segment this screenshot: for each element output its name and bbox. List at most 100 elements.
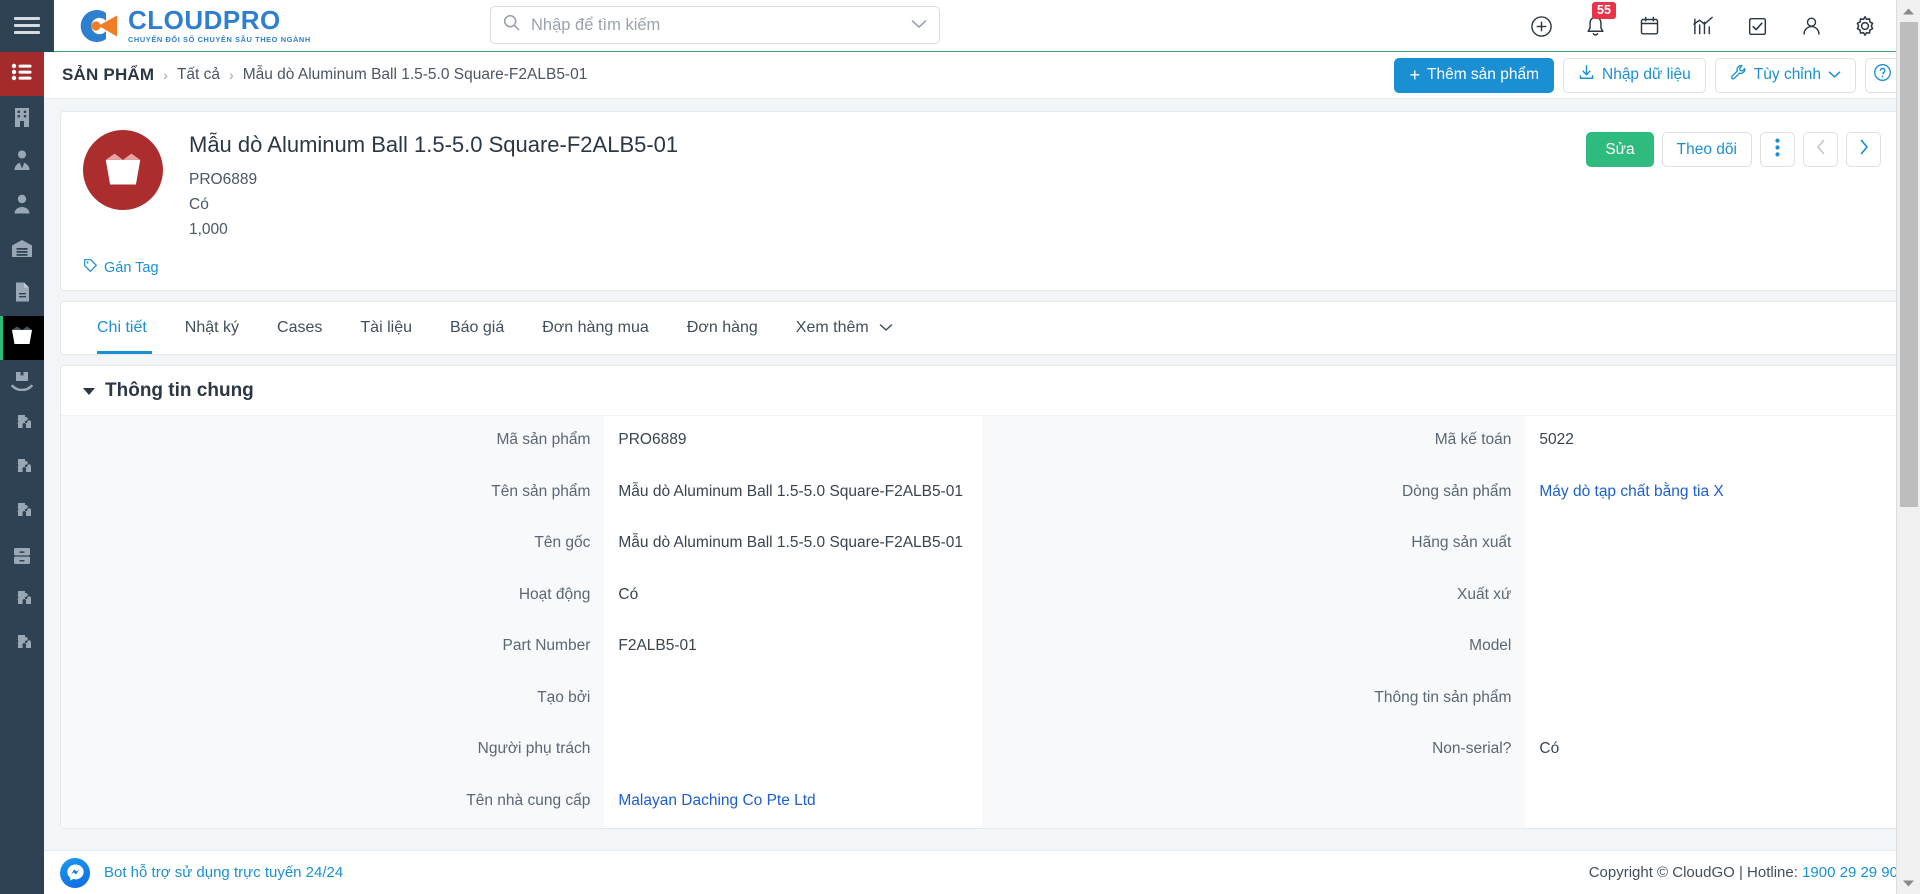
hotline-number[interactable]: 1900 29 29 90 <box>1802 864 1898 881</box>
product-box-icon <box>10 325 34 352</box>
general-info-section: Thông tin chung Mã sản phẩm PRO6889 Tên … <box>60 365 1904 829</box>
field-label: Xuất xứ <box>982 570 1526 622</box>
user-account-icon[interactable] <box>1798 13 1824 39</box>
page-scrollbar[interactable] <box>1896 0 1920 894</box>
follow-button[interactable]: Theo dõi <box>1661 132 1752 167</box>
task-checkbox-icon[interactable] <box>1744 13 1770 39</box>
add-circle-icon[interactable] <box>1528 13 1554 39</box>
tab-nhat-ky[interactable]: Nhật ký <box>166 302 258 354</box>
sidebar-item-company[interactable] <box>0 96 44 140</box>
tab-tai-lieu[interactable]: Tài liệu <box>341 302 431 354</box>
search-input[interactable] <box>529 14 903 36</box>
field-row: Mã kế toán 5022 <box>982 416 1903 468</box>
breadcrumb-parent[interactable]: Tất cả <box>177 66 220 84</box>
sidebar-item-person[interactable] <box>0 184 44 228</box>
field-label: Người phụ trách <box>61 725 605 777</box>
field-row: Model <box>982 622 1903 674</box>
sidebar-item-menu-list[interactable] <box>0 52 44 96</box>
scroll-up-arrow[interactable] <box>1897 0 1920 22</box>
sidebar-item-filing-cabinet[interactable] <box>0 536 44 580</box>
field-label: Model <box>982 622 1526 674</box>
field-value: F2ALB5-01 <box>618 637 697 654</box>
puzzle-icon-3 <box>12 501 33 527</box>
sidebar-item-warehouse[interactable] <box>0 228 44 272</box>
scrollbar-thumb[interactable] <box>1900 22 1918 507</box>
edit-button[interactable]: Sửa <box>1586 132 1654 167</box>
global-search[interactable] <box>490 6 940 44</box>
scroll-down-arrow[interactable] <box>1897 872 1920 894</box>
next-record-button[interactable] <box>1846 132 1881 167</box>
record-actions: Sửa Theo dõi <box>1586 130 1881 242</box>
sidebar-item-puzzle-2[interactable] <box>0 448 44 492</box>
sidebar-item-puzzle-5[interactable] <box>0 624 44 668</box>
sidebar-item-product[interactable] <box>0 316 44 360</box>
top-bar: CLOUDPRO CHUYỂN ĐỔI SỐ CHUYÊN SÂU THEO N… <box>0 0 1920 52</box>
tab-don-hang-mua[interactable]: Đơn hàng mua <box>523 302 668 354</box>
field-value-link[interactable]: Máy dò tạp chất bằng tia X <box>1525 468 1903 520</box>
sidebar-item-box-in-hand[interactable] <box>0 360 44 404</box>
section-header[interactable]: Thông tin chung <box>61 380 1903 415</box>
sidebar-item-document[interactable] <box>0 272 44 316</box>
sidebar-item-puzzle-1[interactable] <box>0 404 44 448</box>
field-label: Hãng sản xuất <box>982 519 1526 571</box>
copyright-text: Copyright © CloudGO | Hotline: 1900 29 2… <box>1589 864 1898 881</box>
tab-bao-gia[interactable]: Báo giá <box>431 302 523 354</box>
add-product-button[interactable]: + Thêm sản phẩm <box>1394 57 1554 93</box>
field-value <box>1525 571 1903 623</box>
sidebar-item-puzzle-4[interactable] <box>0 580 44 624</box>
breadcrumb-actions: + Thêm sản phẩm Nhập dữ liệu Tùy chỉnh <box>1394 57 1900 93</box>
bot-support-link[interactable]: Bot hỗ trợ sử dụng trực tuyến 24/24 <box>104 864 343 881</box>
tab-xem-them[interactable]: Xem thêm <box>777 302 912 354</box>
brand-tagline: CHUYỂN ĐỔI SỐ CHUYÊN SÂU THEO NGÀNH <box>128 35 311 45</box>
field-value <box>1525 674 1903 726</box>
brand-name: CLOUDPRO <box>128 5 281 36</box>
notification-bell-icon[interactable]: 55 <box>1582 2 1616 39</box>
main-content: SẢN PHẨM › Tất cả › Mẫu dò Aluminum Ball… <box>44 52 1920 894</box>
messenger-chat-icon[interactable] <box>60 857 90 888</box>
field-row: Tạo bởi <box>61 673 982 725</box>
analytics-icon[interactable] <box>1690 13 1716 39</box>
tab-don-hang[interactable]: Đơn hàng <box>668 302 777 354</box>
warehouse-icon <box>11 238 33 263</box>
tab-chi-tiet[interactable]: Chi tiết <box>83 302 166 354</box>
assign-tag-button[interactable]: Gán Tag <box>83 258 159 277</box>
field-row: Tên nhà cung cấp Malayan Daching Co Pte … <box>61 776 982 829</box>
import-data-label: Nhập dữ liệu <box>1602 66 1691 83</box>
breadcrumb-module[interactable]: SẢN PHẨM <box>62 65 154 85</box>
breadcrumb-bar: SẢN PHẨM › Tất cả › Mẫu dò Aluminum Ball… <box>44 52 1920 99</box>
previous-record-button[interactable] <box>1803 132 1838 167</box>
chevron-down-icon[interactable] <box>911 16 927 34</box>
contact-person-tie-icon <box>12 149 32 176</box>
add-product-label: Thêm sản phẩm <box>1427 66 1539 83</box>
field-label: Tên sản phẩm <box>61 467 605 519</box>
section-title-label: Thông tin chung <box>105 380 254 401</box>
sidebar-item-contact[interactable] <box>0 140 44 184</box>
hamburger-menu-button[interactable] <box>0 0 54 52</box>
page-title: Mẫu dò Aluminum Ball 1.5-5.0 Square-F2AL… <box>189 132 679 157</box>
caret-down-icon <box>83 387 95 395</box>
settings-gear-icon[interactable] <box>1852 13 1878 39</box>
section-body: Mã sản phẩm PRO6889 Tên sản phẩm Mẫu dò … <box>61 415 1903 828</box>
app-window: CLOUDPRO CHUYỂN ĐỔI SỐ CHUYÊN SÂU THEO N… <box>0 0 1920 894</box>
tab-cases[interactable]: Cases <box>258 302 341 354</box>
search-icon <box>503 14 520 36</box>
field-value-link[interactable]: Malayan Daching Co Pte Ltd <box>604 777 982 829</box>
field-label: Tạo bởi <box>61 673 605 725</box>
help-button[interactable] <box>1865 57 1900 93</box>
more-actions-button[interactable] <box>1760 132 1795 167</box>
customize-button[interactable]: Tùy chỉnh <box>1714 57 1856 93</box>
import-data-button[interactable]: Nhập dữ liệu <box>1563 57 1706 93</box>
record-subline-quantity: 1,000 <box>189 221 228 238</box>
field-row: Người phụ trách <box>61 725 982 777</box>
sidebar-item-puzzle-3[interactable] <box>0 492 44 536</box>
field-row: Xuất xứ <box>982 570 1903 623</box>
menu-list-icon <box>11 63 33 86</box>
brand-logo[interactable]: CLOUDPRO CHUYỂN ĐỔI SỐ CHUYÊN SÂU THEO N… <box>54 6 311 46</box>
field-value <box>1525 519 1903 571</box>
calendar-icon[interactable] <box>1636 13 1662 39</box>
field-row: Hoạt động Có <box>61 570 982 622</box>
field-label: Non-serial? <box>982 725 1526 777</box>
left-field-column: Mã sản phẩm PRO6889 Tên sản phẩm Mẫu dò … <box>61 416 982 828</box>
box-in-hand-icon <box>11 369 33 396</box>
tag-icon <box>83 258 98 277</box>
